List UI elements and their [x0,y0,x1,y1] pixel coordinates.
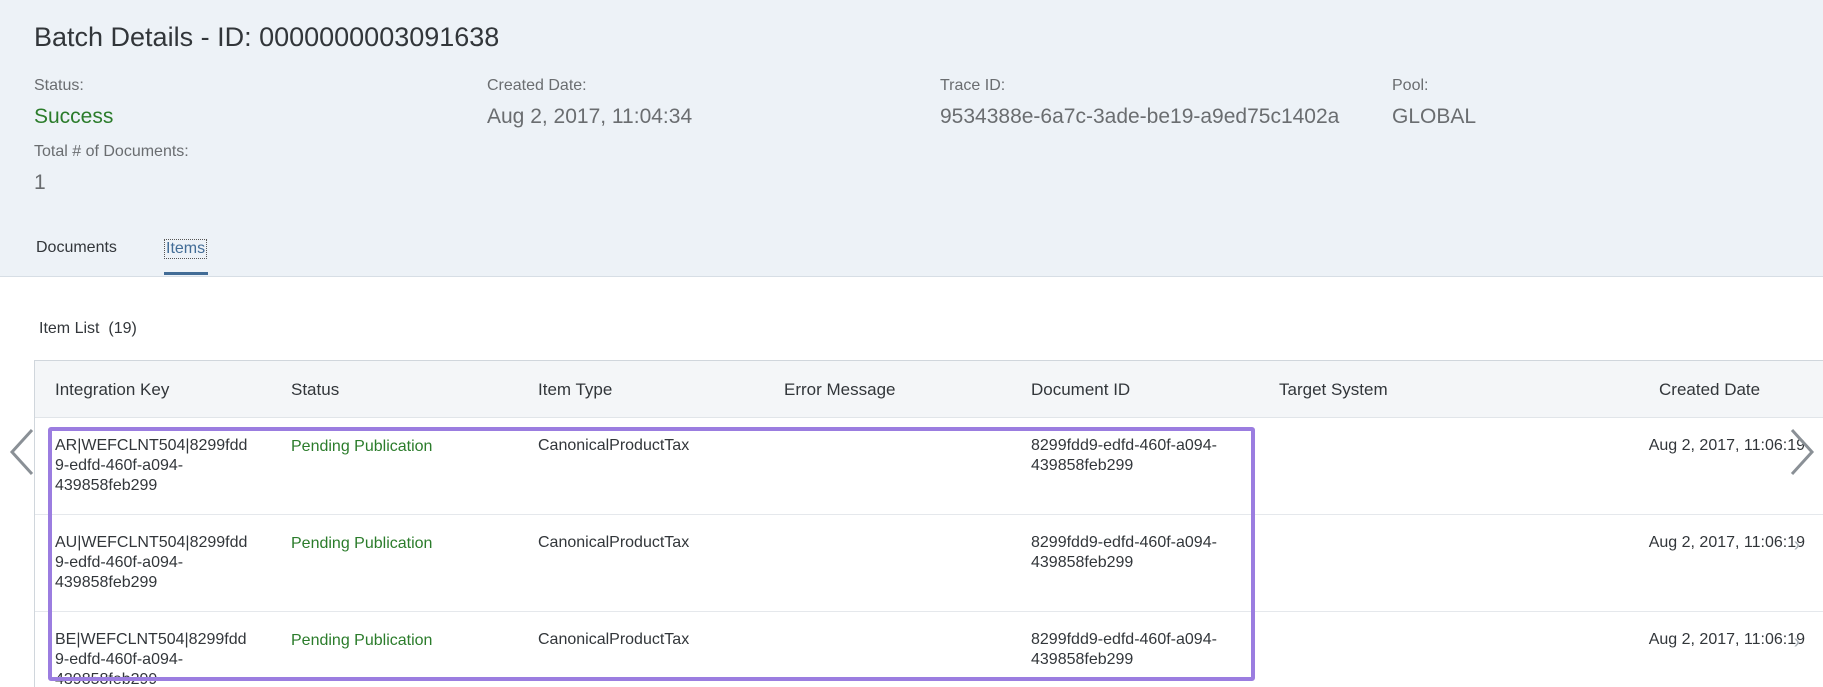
item-list-title: Item List (19) [39,320,137,338]
col-created-date[interactable]: Created Date [1659,380,1760,400]
created-date-value: Aug 2, 2017, 11:04:34 [487,105,693,128]
col-integration-key[interactable]: Integration Key [55,380,169,400]
col-status[interactable]: Status [291,380,339,400]
chevron-right-icon[interactable]: › [1787,632,1807,652]
tab-selected-indicator [164,272,208,275]
col-target-system[interactable]: Target System [1279,380,1388,400]
integration-key-cell: BE|WEFCLNT504|8299fdd 9-edfd-460f-a094- … [55,631,247,687]
item-list-count: (19) [108,320,137,337]
trace-id-value: 9534388e-6a7c-3ade-be19-a9ed75c1402a [940,105,1340,128]
tab-items[interactable]: Items [164,239,208,259]
document-id-cell: 8299fdd9-edfd-460f-a094- 439858feb299 [1031,631,1217,668]
pool-value: GLOBAL [1392,105,1477,128]
created-date-cell: Aug 2, 2017, 11:06:19 [1648,534,1805,551]
created-date-cell: Aug 2, 2017, 11:06:19 [1648,437,1805,454]
item-table: Integration Key Status Item Type Error M… [34,360,1823,687]
item-type-cell: CanonicalProductTax [538,437,690,454]
batch-header: Batch Details - ID: 0000000003091638 Sta… [0,0,1823,277]
col-item-type[interactable]: Item Type [538,380,612,400]
trace-id-label: Trace ID: [940,77,1006,94]
integration-key-cell: AR|WEFCLNT504|8299fdd 9-edfd-460f-a094- … [55,437,248,494]
table-row[interactable]: AR|WEFCLNT504|8299fdd 9-edfd-460f-a094- … [35,418,1823,515]
table-row[interactable]: AU|WEFCLNT504|8299fdd 9-edfd-460f-a094- … [35,515,1823,612]
pool-label: Pool: [1392,77,1429,94]
arrow-right-icon[interactable] [1786,426,1818,478]
arrow-left-icon[interactable] [6,426,38,478]
status-cell: Pending Publication [291,632,433,649]
tab-documents[interactable]: Documents [36,239,117,257]
status-cell: Pending Publication [291,438,433,455]
total-documents-label: Total # of Documents: [34,143,189,160]
col-document-id[interactable]: Document ID [1031,380,1130,400]
status-cell: Pending Publication [291,535,433,552]
col-error-message[interactable]: Error Message [784,380,895,400]
created-date-cell: Aug 2, 2017, 11:06:19 [1648,631,1805,648]
created-date-label: Created Date: [487,77,587,94]
item-type-cell: CanonicalProductTax [538,534,690,551]
table-header: Integration Key Status Item Type Error M… [35,361,1823,418]
integration-key-cell: AU|WEFCLNT504|8299fdd 9-edfd-460f-a094- … [55,534,248,591]
status-value: Success [34,105,114,128]
total-documents-value: 1 [34,171,46,194]
chevron-right-icon[interactable]: › [1787,535,1807,555]
table-row[interactable]: BE|WEFCLNT504|8299fdd 9-edfd-460f-a094- … [35,612,1823,687]
status-label: Status: [34,77,84,94]
document-id-cell: 8299fdd9-edfd-460f-a094- 439858feb299 [1031,534,1217,571]
item-type-cell: CanonicalProductTax [538,631,690,648]
item-list-title-text: Item List [39,320,100,337]
page-title: Batch Details - ID: 0000000003091638 [34,22,500,52]
document-id-cell: 8299fdd9-edfd-460f-a094- 439858feb299 [1031,437,1217,474]
